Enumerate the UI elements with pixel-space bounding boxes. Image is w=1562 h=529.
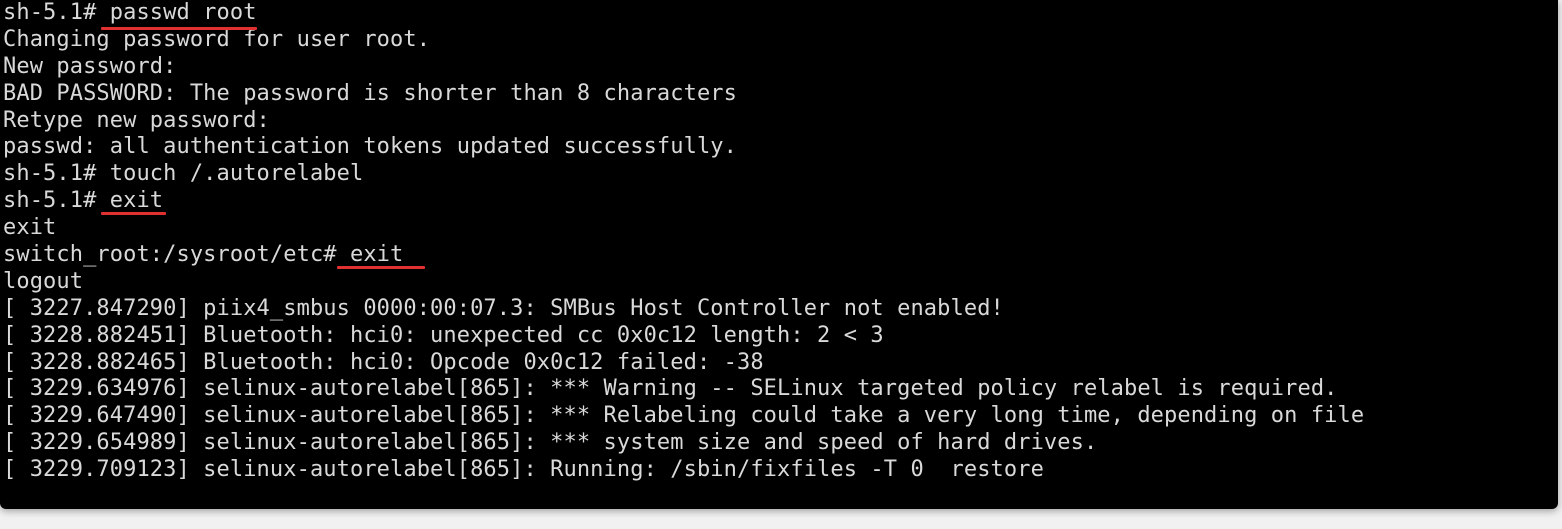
terminal-line-command: sh-5.1# passwd root	[3, 0, 257, 25]
kernel-log-line: [ 3228.882465] Bluetooth: hci0: Opcode 0…	[3, 349, 764, 375]
kernel-log-line: [ 3229.634976] selinux-autorelabel[865]:…	[3, 376, 1338, 402]
terminal-line: exit	[3, 215, 57, 241]
terminal-line: BAD PASSWORD: The password is shorter th…	[3, 80, 737, 106]
kernel-log-line: [ 3227.847290] piix4_smbus 0000:00:07.3:…	[3, 295, 1004, 321]
switch-root-exit-underline	[337, 266, 425, 269]
kernel-log-line: [ 3229.647490] selinux-autorelabel[865]:…	[3, 403, 1365, 429]
terminal-window[interactable]: sh-5.1# passwd root Changing password fo…	[0, 0, 1558, 509]
terminal-line-command: sh-5.1# touch /.autorelabel	[3, 161, 364, 187]
passwd-root-underline	[101, 27, 257, 30]
terminal-line-command: sh-5.1# exit	[3, 188, 164, 214]
exit-underline	[101, 212, 166, 215]
terminal-line: Changing password for user root.	[3, 26, 431, 52]
terminal-output: sh-5.1# passwd root Changing password fo…	[3, 0, 1364, 484]
terminal-line: New password:	[3, 53, 177, 79]
kernel-log-line: [ 3228.882451] Bluetooth: hci0: unexpect…	[3, 322, 884, 348]
terminal-line-command: switch_root:/sysroot/etc# exit	[3, 242, 404, 268]
terminal-line: logout	[3, 268, 84, 294]
terminal-line: Retype new password:	[3, 107, 270, 133]
kernel-log-line: [ 3229.709123] selinux-autorelabel[865]:…	[3, 457, 1044, 483]
kernel-log-line: [ 3229.654989] selinux-autorelabel[865]:…	[3, 430, 1098, 456]
terminal-line: passwd: all authentication tokens update…	[3, 134, 737, 160]
